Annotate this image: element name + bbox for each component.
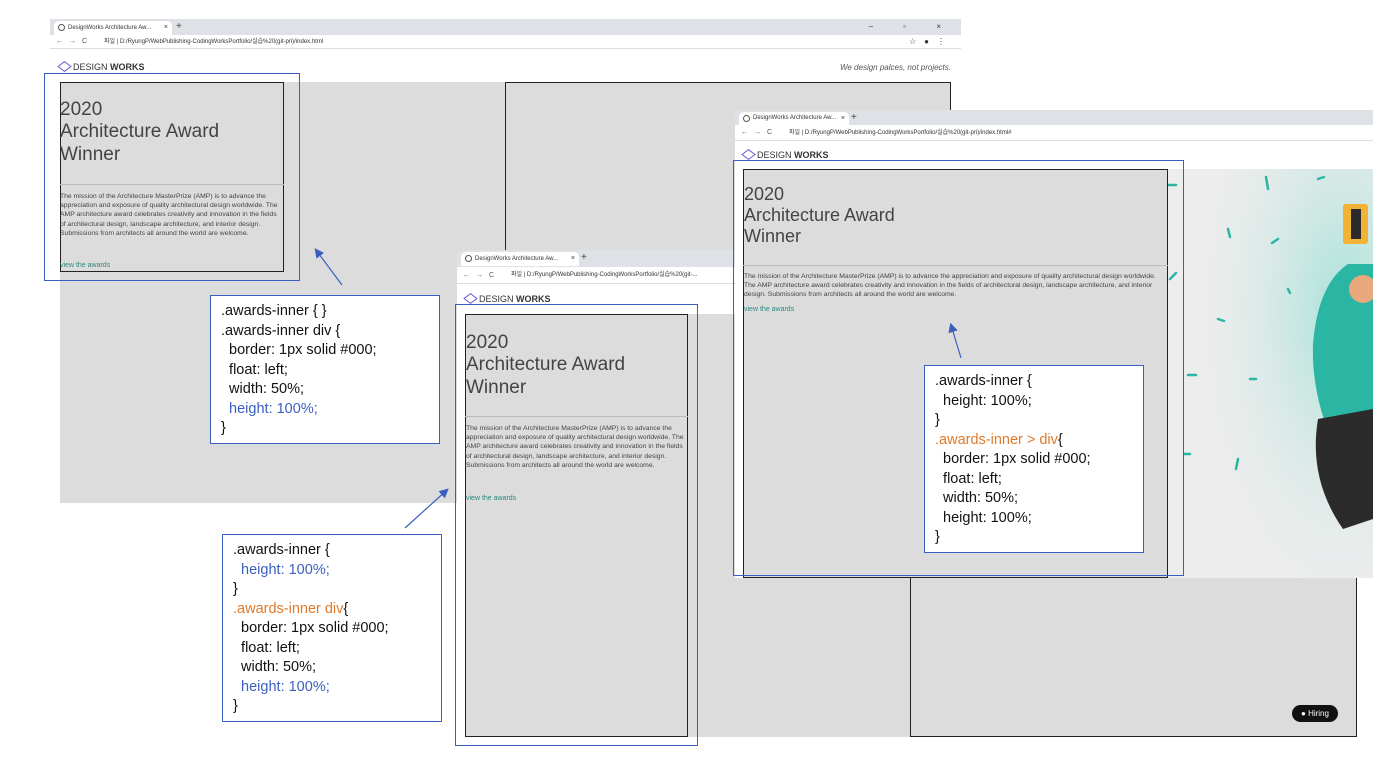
logo-icon bbox=[57, 61, 72, 72]
tab-title: DesignWorks Architecture Aw... bbox=[68, 25, 152, 31]
back-icon[interactable]: ← bbox=[741, 129, 754, 136]
tab-bar: DesignWorks Architecture Aw... × + – ▫ × bbox=[50, 19, 961, 35]
code-line: border: 1px solid #000; bbox=[935, 451, 1091, 467]
close-tab-icon[interactable]: × bbox=[841, 112, 845, 125]
site-logo[interactable]: DESIGN WORKS bbox=[463, 293, 551, 304]
code-line: .awards-inner { bbox=[233, 542, 330, 558]
url-field[interactable]: 파일 | D:/RyungP/WebPublishing-CodingWorks… bbox=[789, 125, 1012, 140]
tab-bar: DesignWorks Architecture Aw... × + bbox=[735, 110, 1373, 125]
code-line-selector: .awards-inner div{ bbox=[233, 600, 349, 617]
reload-icon[interactable]: C bbox=[767, 129, 778, 136]
close-tab-icon[interactable]: × bbox=[571, 252, 575, 266]
close-tab-icon[interactable]: × bbox=[164, 21, 168, 35]
award-illustration bbox=[1168, 169, 1373, 578]
code-line: width: 50%; bbox=[233, 659, 317, 675]
globe-icon bbox=[58, 24, 65, 31]
code-line: border: 1px solid #000; bbox=[221, 342, 377, 358]
window-controls[interactable]: – ▫ × bbox=[869, 19, 955, 35]
url-field[interactable]: 파일 | D:/RyungP/WebPublishing-CodingWorks… bbox=[511, 267, 698, 283]
logo-icon bbox=[741, 149, 756, 160]
code-line: float: left; bbox=[935, 470, 1002, 487]
site-tagline: We design palces, not projects. bbox=[839, 63, 951, 72]
logo-icon bbox=[463, 293, 478, 304]
code-line: .awards-inner { bbox=[935, 373, 1032, 389]
tab-title: DesignWorks Architecture Aw... bbox=[753, 115, 837, 121]
highlight-box-2 bbox=[455, 304, 698, 746]
code-line: border: 1px solid #000; bbox=[233, 620, 389, 636]
code-box-1: .awards-inner { } .awards-inner div { bo… bbox=[210, 295, 440, 444]
code-line: .awards-inner { } bbox=[221, 303, 327, 319]
new-tab-button[interactable]: + bbox=[851, 110, 857, 125]
star-icon[interactable]: ☆ bbox=[909, 37, 924, 46]
code-line-selector: .awards-inner > div{ bbox=[935, 431, 1063, 448]
browser-tab[interactable]: DesignWorks Architecture Aw... × bbox=[739, 112, 849, 125]
profile-icon[interactable]: ● bbox=[924, 37, 937, 46]
globe-icon bbox=[743, 115, 750, 122]
forward-icon[interactable]: → bbox=[69, 38, 82, 45]
code-line: } bbox=[221, 420, 226, 436]
code-line: height: 100%; bbox=[935, 509, 1032, 526]
highlight-box-1 bbox=[44, 73, 300, 281]
reload-icon[interactable]: C bbox=[489, 272, 500, 279]
toolbar-actions: ☆●⋮ bbox=[909, 35, 953, 48]
code-line-highlight: height: 100%; bbox=[221, 400, 318, 417]
address-bar: ←→C 파일 | D:/RyungP/WebPublishing-CodingW… bbox=[735, 125, 1373, 141]
forward-icon[interactable]: → bbox=[754, 129, 767, 136]
code-line-highlight: height: 100%; bbox=[233, 561, 330, 578]
code-line: float: left; bbox=[221, 361, 288, 378]
code-line: } bbox=[935, 529, 940, 545]
nav-buttons[interactable]: ←→C bbox=[741, 125, 778, 140]
address-bar: ←→C 파일 | D:/RyungP/WebPublishing-CodingW… bbox=[50, 35, 961, 49]
code-line: float: left; bbox=[233, 639, 300, 656]
code-line: height: 100%; bbox=[935, 392, 1032, 409]
back-icon[interactable]: ← bbox=[56, 38, 69, 45]
new-tab-button[interactable]: + bbox=[176, 19, 182, 35]
browser-tab[interactable]: DesignWorks Architecture Aw... × bbox=[461, 252, 579, 266]
menu-icon[interactable]: ⋮ bbox=[937, 37, 953, 46]
globe-icon bbox=[465, 255, 472, 262]
code-line-highlight: height: 100%; bbox=[233, 678, 330, 695]
site-logo[interactable]: DESIGN WORKS bbox=[741, 149, 829, 160]
code-line: } bbox=[233, 698, 238, 714]
site-logo[interactable]: DESIGN WORKS bbox=[57, 61, 145, 72]
code-line: } bbox=[935, 412, 940, 428]
tab-title: DesignWorks Architecture Aw... bbox=[475, 256, 559, 262]
celebration-illustration bbox=[1168, 169, 1373, 578]
code-line: width: 50%; bbox=[221, 381, 305, 397]
code-box-3: .awards-inner { height: 100%; } .awards-… bbox=[924, 365, 1144, 553]
code-box-2: .awards-inner { height: 100%; } .awards-… bbox=[222, 534, 442, 722]
code-line: width: 50%; bbox=[935, 490, 1019, 506]
back-icon[interactable]: ← bbox=[463, 272, 476, 279]
nav-buttons[interactable]: ←→C bbox=[463, 267, 500, 283]
code-line: .awards-inner div { bbox=[221, 322, 341, 339]
code-line: } bbox=[233, 581, 238, 597]
browser-tab[interactable]: DesignWorks Architecture Aw... × bbox=[54, 21, 172, 35]
hiring-button[interactable]: ● Hiring bbox=[1292, 705, 1338, 722]
forward-icon[interactable]: → bbox=[476, 272, 489, 279]
reload-icon[interactable]: C bbox=[82, 38, 93, 45]
chat-icon: ● bbox=[1301, 709, 1309, 718]
new-tab-button[interactable]: + bbox=[581, 250, 587, 266]
nav-buttons[interactable]: ←→C bbox=[56, 35, 93, 48]
url-field[interactable]: 파일 | D:/RyungP/WebPublishing-CodingWorks… bbox=[104, 35, 323, 48]
